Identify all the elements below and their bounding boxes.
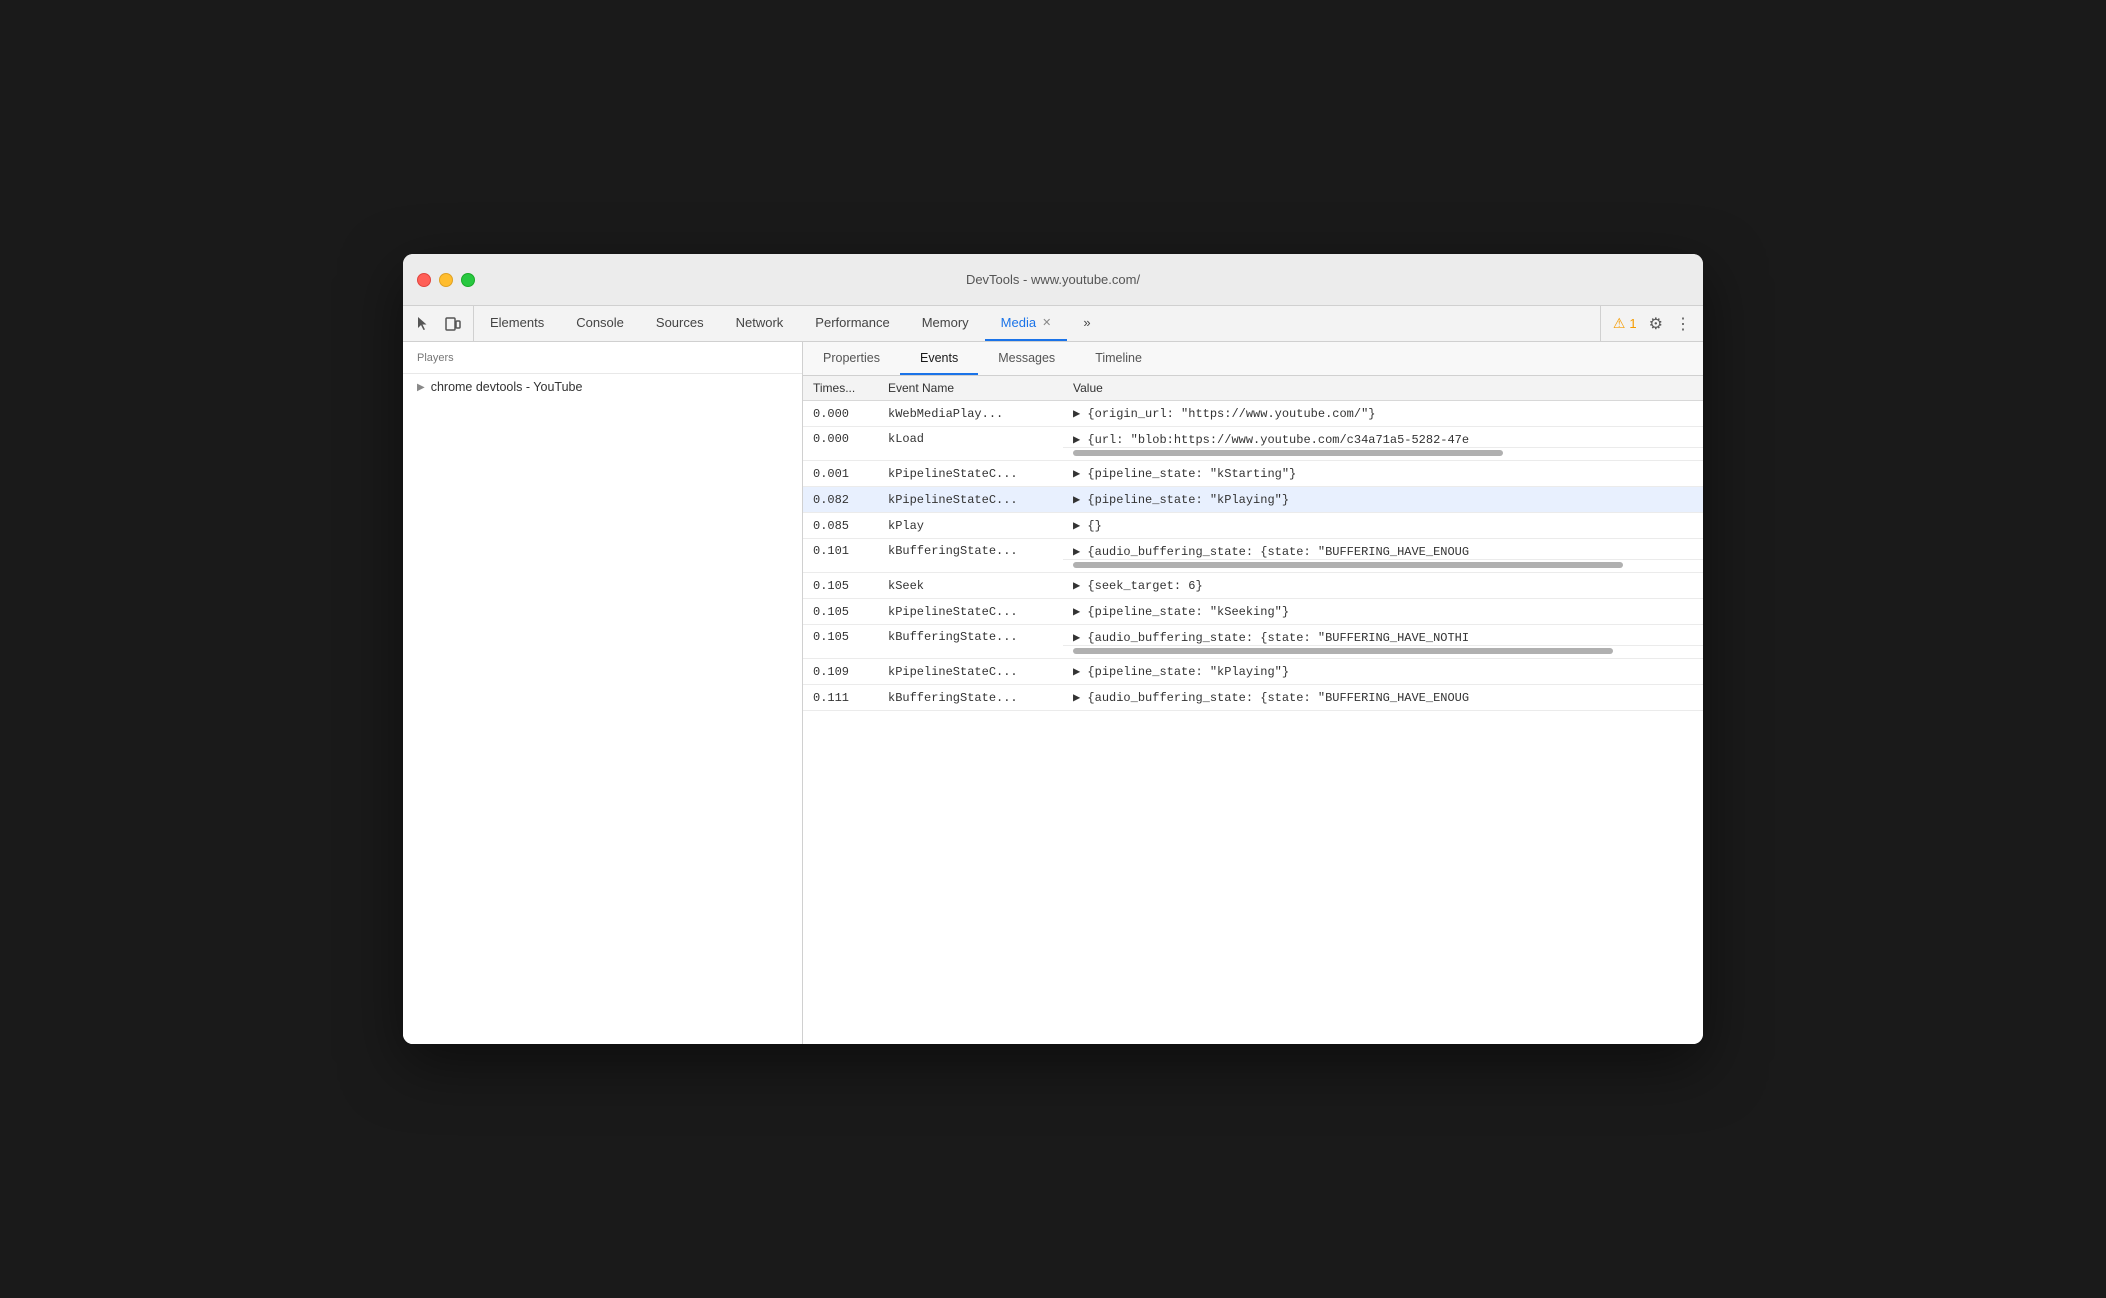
warning-badge[interactable]: ⚠ 1 xyxy=(1613,315,1637,332)
cell-scrollbar xyxy=(1063,560,1703,573)
table-row[interactable]: 0.085kPlay▶ {} xyxy=(803,513,1703,539)
tab-memory[interactable]: Memory xyxy=(906,306,985,341)
table-row[interactable]: 0.082kPipelineStateC...▶ {pipeline_state… xyxy=(803,487,1703,513)
cell-timestamp: 0.109 xyxy=(803,659,878,685)
toolbar-icons xyxy=(403,306,474,341)
cell-timestamp: 0.085 xyxy=(803,513,878,539)
cell-value: ▶ {pipeline_state: "kStarting"} xyxy=(1063,461,1703,487)
cell-event-name: kWebMediaPlay... xyxy=(878,401,1063,427)
sidebar: Players ▶ chrome devtools - YouTube xyxy=(403,342,803,1044)
cell-event-name: kPipelineStateC... xyxy=(878,599,1063,625)
warning-count: 1 xyxy=(1629,316,1636,331)
toolbar-tabs: Elements Console Sources Network Perform… xyxy=(474,306,1600,341)
column-timestamp: Times... xyxy=(803,376,878,401)
cell-event-name: kBufferingState... xyxy=(878,685,1063,711)
cell-timestamp: 0.101 xyxy=(803,539,878,573)
tab-timeline[interactable]: Timeline xyxy=(1075,342,1162,375)
cell-value: ▶ {audio_buffering_state: {state: "BUFFE… xyxy=(1063,625,1703,646)
tab-messages[interactable]: Messages xyxy=(978,342,1075,375)
cell-event-name: kSeek xyxy=(878,573,1063,599)
tab-events[interactable]: Events xyxy=(900,342,978,375)
cell-event-name: kPipelineStateC... xyxy=(878,487,1063,513)
close-button[interactable] xyxy=(417,273,431,287)
cell-value: ▶ {pipeline_state: "kSeeking"} xyxy=(1063,599,1703,625)
sidebar-item-youtube[interactable]: ▶ chrome devtools - YouTube xyxy=(403,374,802,400)
table-row[interactable]: 0.105kBufferingState...▶ {audio_bufferin… xyxy=(803,625,1703,646)
cursor-icon[interactable] xyxy=(413,314,433,334)
maximize-button[interactable] xyxy=(461,273,475,287)
table-row[interactable]: 0.001kPipelineStateC...▶ {pipeline_state… xyxy=(803,461,1703,487)
cell-timestamp: 0.105 xyxy=(803,599,878,625)
panel: Properties Events Messages Timeline xyxy=(803,342,1703,1044)
tab-sources[interactable]: Sources xyxy=(640,306,720,341)
settings-icon[interactable]: ⚙ xyxy=(1649,314,1663,334)
minimize-button[interactable] xyxy=(439,273,453,287)
cell-scrollbar xyxy=(1063,448,1703,461)
cell-event-name: kLoad xyxy=(878,427,1063,461)
cell-timestamp: 0.000 xyxy=(803,427,878,461)
more-options-icon[interactable]: ⋮ xyxy=(1675,314,1691,334)
column-value: Value xyxy=(1063,376,1703,401)
table-row[interactable]: 0.111kBufferingState...▶ {audio_bufferin… xyxy=(803,685,1703,711)
tab-console[interactable]: Console xyxy=(560,306,640,341)
events-table: Times... Event Name Value 0.000kWebMedia… xyxy=(803,376,1703,711)
tab-media-close[interactable]: ✕ xyxy=(1042,316,1051,329)
cell-timestamp: 0.105 xyxy=(803,625,878,659)
cell-scrollbar xyxy=(1063,646,1703,659)
cell-value: ▶ {seek_target: 6} xyxy=(1063,573,1703,599)
toolbar-right: ⚠ 1 ⚙ ⋮ xyxy=(1600,306,1703,341)
cell-event-name: kPipelineStateC... xyxy=(878,659,1063,685)
cell-value: ▶ {url: "blob:https://www.youtube.com/c3… xyxy=(1063,427,1703,448)
panel-tabs: Properties Events Messages Timeline xyxy=(803,342,1703,376)
table-row[interactable]: 0.105kSeek▶ {seek_target: 6} xyxy=(803,573,1703,599)
sidebar-header: Players xyxy=(403,342,802,374)
tab-media[interactable]: Media ✕ xyxy=(985,306,1068,341)
cell-value: ▶ {pipeline_state: "kPlaying"} xyxy=(1063,487,1703,513)
cell-value: ▶ {origin_url: "https://www.youtube.com/… xyxy=(1063,401,1703,427)
cell-value: ▶ {} xyxy=(1063,513,1703,539)
cell-event-name: kBufferingState... xyxy=(878,539,1063,573)
devtools-window: DevTools - www.youtube.com/ Elements Con… xyxy=(403,254,1703,1044)
devtools-toolbar: Elements Console Sources Network Perform… xyxy=(403,306,1703,342)
cell-timestamp: 0.001 xyxy=(803,461,878,487)
table-header-row: Times... Event Name Value xyxy=(803,376,1703,401)
cell-event-name: kPlay xyxy=(878,513,1063,539)
cell-timestamp: 0.000 xyxy=(803,401,878,427)
cell-timestamp: 0.082 xyxy=(803,487,878,513)
cell-timestamp: 0.105 xyxy=(803,573,878,599)
sidebar-item-label: chrome devtools - YouTube xyxy=(431,380,583,394)
tab-network[interactable]: Network xyxy=(720,306,800,341)
chevron-right-icon: ▶ xyxy=(417,382,425,393)
window-title: DevTools - www.youtube.com/ xyxy=(966,272,1140,287)
tab-more[interactable]: » xyxy=(1067,306,1106,341)
tab-performance[interactable]: Performance xyxy=(799,306,905,341)
tab-properties[interactable]: Properties xyxy=(803,342,900,375)
cell-value: ▶ {pipeline_state: "kPlaying"} xyxy=(1063,659,1703,685)
table-row[interactable]: 0.105kPipelineStateC...▶ {pipeline_state… xyxy=(803,599,1703,625)
cell-value: ▶ {audio_buffering_state: {state: "BUFFE… xyxy=(1063,539,1703,560)
tab-elements[interactable]: Elements xyxy=(474,306,560,341)
events-table-container[interactable]: Times... Event Name Value 0.000kWebMedia… xyxy=(803,376,1703,1044)
table-row[interactable]: 0.000kWebMediaPlay...▶ {origin_url: "htt… xyxy=(803,401,1703,427)
warning-icon: ⚠ xyxy=(1613,315,1626,332)
column-event-name: Event Name xyxy=(878,376,1063,401)
cell-value: ▶ {audio_buffering_state: {state: "BUFFE… xyxy=(1063,685,1703,711)
table-row[interactable]: 0.109kPipelineStateC...▶ {pipeline_state… xyxy=(803,659,1703,685)
table-row[interactable]: 0.000kLoad▶ {url: "blob:https://www.yout… xyxy=(803,427,1703,448)
cell-event-name: kBufferingState... xyxy=(878,625,1063,659)
main-content: Players ▶ chrome devtools - YouTube Prop… xyxy=(403,342,1703,1044)
traffic-lights xyxy=(417,273,475,287)
titlebar: DevTools - www.youtube.com/ xyxy=(403,254,1703,306)
cell-event-name: kPipelineStateC... xyxy=(878,461,1063,487)
device-icon[interactable] xyxy=(443,314,463,334)
table-row[interactable]: 0.101kBufferingState...▶ {audio_bufferin… xyxy=(803,539,1703,560)
cell-timestamp: 0.111 xyxy=(803,685,878,711)
